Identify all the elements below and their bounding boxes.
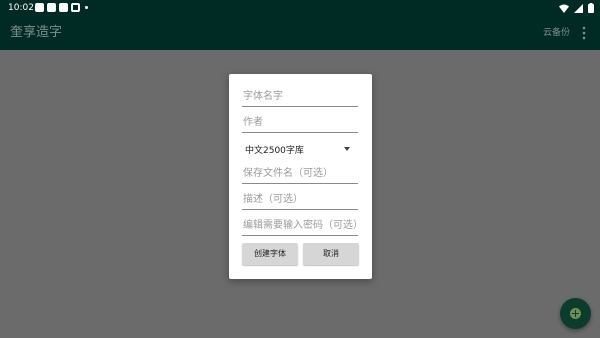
- author-input[interactable]: [242, 115, 358, 133]
- more-vert-icon[interactable]: [580, 25, 588, 41]
- signal-icon: [574, 3, 583, 13]
- create-font-button[interactable]: 创建字体: [242, 243, 298, 265]
- status-bar: 10:02: [0, 0, 600, 16]
- add-fab-button[interactable]: [560, 298, 591, 329]
- description-input[interactable]: [242, 192, 358, 210]
- notification-app-icon: [35, 3, 44, 12]
- cancel-button[interactable]: 取消: [303, 243, 359, 265]
- font-name-input[interactable]: [242, 89, 358, 107]
- more-notifications-dot-icon: [85, 6, 88, 9]
- charset-dropdown[interactable]: 中文2500字库: [242, 143, 358, 159]
- app-bar: 奎享造字 云备份: [0, 16, 600, 50]
- battery-icon: [588, 3, 594, 13]
- save-filename-input[interactable]: [242, 166, 358, 184]
- app-title: 奎享造字: [10, 25, 63, 40]
- wifi-icon: [559, 4, 569, 13]
- status-time: 10:02: [8, 3, 34, 13]
- notification-app-icon: [71, 3, 80, 12]
- dropdown-arrow-icon: [344, 147, 350, 151]
- notification-app-icon: [59, 3, 68, 12]
- status-indicators: [559, 3, 594, 13]
- add-icon: [570, 308, 581, 319]
- cloud-backup-button[interactable]: 云备份: [543, 27, 570, 39]
- notification-icons: [35, 3, 88, 12]
- create-font-dialog: 中文2500字库 创建字体 取消: [229, 74, 372, 279]
- notification-app-icon: [47, 3, 56, 12]
- charset-selected-value: 中文2500字库: [245, 146, 304, 156]
- edit-password-input[interactable]: [242, 218, 358, 236]
